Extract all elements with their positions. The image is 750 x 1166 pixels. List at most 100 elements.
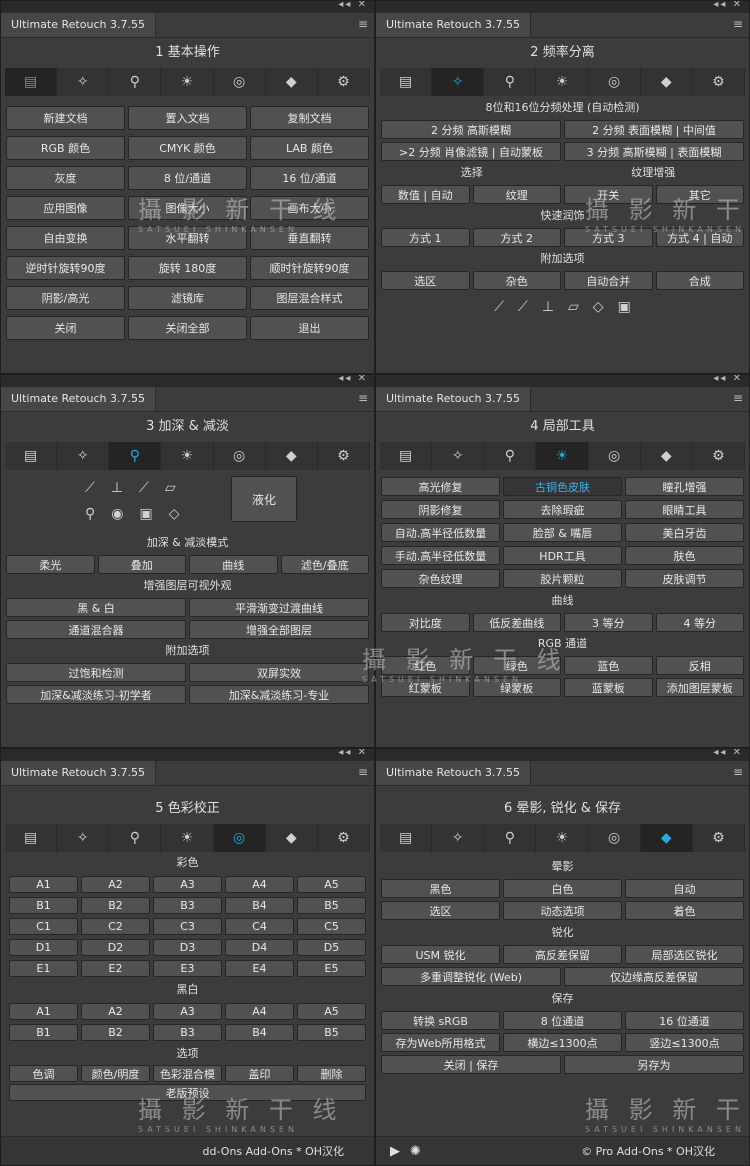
button[interactable]: 8 位通道 [503,1011,622,1030]
frequency-icon[interactable]: ✧ [57,442,110,470]
panel-tab[interactable]: Ultimate Retouch 3.7.55 [1,387,156,411]
panel-tab[interactable]: Ultimate Retouch 3.7.55 [376,761,531,785]
button[interactable]: B3 [153,1024,222,1041]
button[interactable]: 叠加 [97,555,186,574]
window-controls[interactable]: ◂◂ ✕ [338,375,368,384]
button[interactable]: A2 [81,876,150,893]
frequency-icon[interactable]: ✧ [432,824,485,852]
diamond-icon[interactable]: ◆ [641,68,693,96]
button[interactable]: 高光修复 [381,477,500,496]
patch-icon[interactable]: ◇ [169,506,180,522]
button[interactable]: 另存为 [564,1055,744,1074]
button[interactable]: 高反差保留 [503,945,622,964]
brush-pair-icon[interactable]: ⟋ [85,480,95,496]
button[interactable]: 增强全部图层 [189,620,369,639]
document-icon[interactable]: ▤ [5,442,58,470]
button[interactable]: 动态选项 [503,901,622,920]
button[interactable]: 画布大小 [250,196,369,220]
button[interactable]: 色调 [9,1065,78,1082]
button[interactable]: C2 [81,918,150,935]
panel-menu-icon[interactable]: ≡ [733,17,743,31]
button[interactable]: 杂色 [472,271,561,290]
sun-icon[interactable]: ☀ [536,442,589,470]
button[interactable]: 删除 [297,1065,366,1082]
sun-icon[interactable]: ☀ [161,442,214,470]
button[interactable]: 16 位/通道 [250,166,369,190]
color-circles-icon[interactable]: ◎ [214,442,266,470]
window-controls[interactable]: ◂◂ ✕ [713,1,743,10]
button[interactable]: 自动 [625,879,744,898]
frequency-icon[interactable]: ✧ [432,68,485,96]
button[interactable]: 低反差曲线 [472,613,561,632]
button[interactable]: 曲线 [189,555,278,574]
button[interactable]: 开关 [564,185,653,204]
panel-tab[interactable]: Ultimate Retouch 3.7.55 [1,761,156,785]
button[interactable]: 黑色 [381,879,500,898]
button[interactable]: 双屏实效 [189,663,369,682]
button[interactable]: 其它 [655,185,744,204]
panel-menu-icon[interactable]: ≡ [358,17,368,31]
bandage-icon[interactable]: ▱ [568,299,579,315]
document-icon[interactable]: ▤ [5,68,58,96]
legacy-preset-button[interactable]: 老版预设 [9,1084,366,1101]
diamond-icon[interactable]: ◆ [266,442,318,470]
panel-menu-icon[interactable]: ≡ [733,765,743,779]
button[interactable]: CMYK 颜色 [128,136,247,160]
liquify-button[interactable]: 液化 [231,476,297,522]
button[interactable]: E5 [297,960,366,977]
button[interactable]: B2 [81,897,150,914]
button[interactable]: 阴影/高光 [6,286,125,310]
document-icon[interactable]: ▤ [380,442,433,470]
button[interactable]: 选区 [381,271,470,290]
button[interactable]: B2 [81,1024,150,1041]
button[interactable]: 眼睛工具 [625,500,744,519]
gear-icon[interactable]: ⚙ [693,68,745,96]
button[interactable]: 脸部 & 嘴唇 [503,523,622,542]
document-icon[interactable]: ▤ [380,824,433,852]
button[interactable]: 合成 [655,271,744,290]
button[interactable]: 关闭全部 [128,316,247,340]
button[interactable]: A5 [297,1003,366,1020]
button[interactable]: 胶片颗粒 [503,569,622,588]
diamond-icon[interactable]: ◆ [641,442,693,470]
button[interactable]: D3 [153,939,222,956]
button[interactable]: 方式 3 [564,228,653,247]
button[interactable]: 选区 [381,901,500,920]
document-icon[interactable]: ▤ [380,68,433,96]
button[interactable]: B1 [9,1024,78,1041]
brush-icon[interactable]: ⟋ [494,299,504,315]
panel-menu-icon[interactable]: ≡ [358,765,368,779]
button[interactable]: D2 [81,939,150,956]
color-circles-icon[interactable]: ◎ [589,824,641,852]
panel-tab[interactable]: Ultimate Retouch 3.7.55 [1,13,156,37]
patch-icon[interactable]: ◇ [593,299,604,315]
color-circles-icon[interactable]: ◎ [589,442,641,470]
color-circles-icon[interactable]: ◎ [213,824,266,852]
button[interactable]: 滤色/叠底 [280,555,369,574]
button[interactable]: 顺时针旋转90度 [250,256,369,280]
button[interactable]: 加深&减淡练习-初学者 [6,685,186,704]
button[interactable]: 水平翻转 [128,226,247,250]
button[interactable]: 白色 [503,879,622,898]
button[interactable]: 自动合并 [564,271,653,290]
button[interactable]: C1 [9,918,78,935]
button[interactable]: 蓝色 [564,656,653,675]
button[interactable]: 关闭 | 保存 [381,1055,561,1074]
button[interactable]: 自由变换 [6,226,125,250]
button[interactable]: 蓝蒙板 [564,678,653,697]
button[interactable]: B1 [9,897,78,914]
button[interactable]: C5 [297,918,366,935]
button[interactable]: 通道混合器 [6,620,186,639]
button[interactable]: 自动.高半径低数量 [381,523,500,542]
button[interactable]: 颜色/明度 [81,1065,150,1082]
button[interactable]: E1 [9,960,78,977]
gear-icon[interactable]: ⚙ [318,68,370,96]
button[interactable]: >2 分频 肖像滤镜 | 自动蒙板 [381,142,561,161]
button[interactable]: USM 锐化 [381,945,500,964]
button[interactable]: E3 [153,960,222,977]
document-icon[interactable]: ▤ [5,824,58,852]
button[interactable]: 转换 sRGB [381,1011,500,1030]
button[interactable]: 2 分频 高斯模糊 [381,120,561,139]
window-controls[interactable]: ◂◂ ✕ [713,375,743,384]
panel-tab[interactable]: Ultimate Retouch 3.7.55 [376,13,531,37]
